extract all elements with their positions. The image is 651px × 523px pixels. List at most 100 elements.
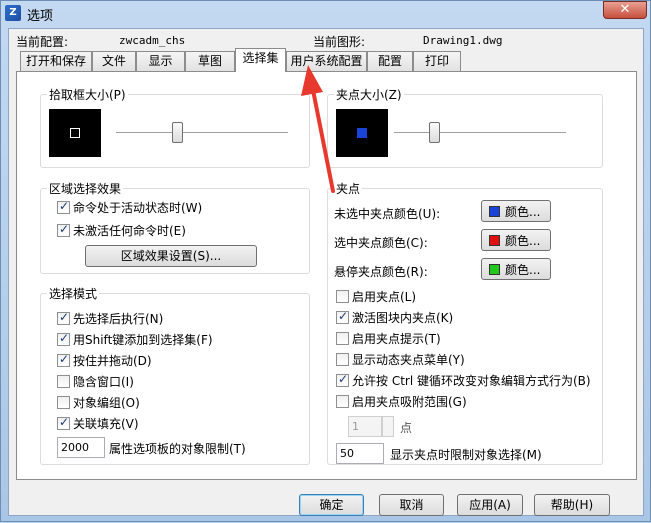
tab-drafting[interactable]: 草图 bbox=[185, 51, 235, 71]
enable-grips-checkbox[interactable]: 启用夹点(L) bbox=[336, 287, 416, 305]
selected-grip-color-button[interactable]: 颜色... bbox=[481, 229, 551, 251]
checkbox-box[interactable] bbox=[336, 394, 349, 408]
grip-size-title: 夹点大小(Z) bbox=[334, 86, 404, 103]
tab-files[interactable]: 文件 bbox=[92, 51, 136, 71]
snap-range-input[interactable] bbox=[348, 416, 382, 437]
selected-grip-color-label: 选中夹点颜色(C): bbox=[334, 236, 428, 250]
tab-user-preferences[interactable]: 用户系统配置 bbox=[286, 51, 367, 71]
checkbox-box[interactable] bbox=[57, 374, 70, 388]
color-button-label: 颜色... bbox=[505, 204, 541, 219]
grips-group: 夹点 未选中夹点颜色(U): 颜色... 选中夹点颜色(C): 颜色... 悬停… bbox=[327, 180, 603, 465]
window-title: 选项 bbox=[27, 9, 54, 24]
checkbox-box[interactable] bbox=[336, 331, 349, 345]
current-drawing-label: 当前图形: bbox=[313, 35, 366, 49]
checkbox-box[interactable] bbox=[57, 352, 70, 367]
ctrl-cycling-checkbox[interactable]: 允许按 Ctrl 键循环改变对象编辑方式行为(B) bbox=[336, 371, 591, 389]
cancel-button[interactable]: 取消 bbox=[379, 494, 444, 516]
checkbox-label: 启用夹点提示(T) bbox=[352, 331, 441, 346]
checkbox-label: 先选择后执行(N) bbox=[73, 311, 164, 326]
selection-tab-panel: 拾取框大小(P) 夹点大小(Z) 区域选择效果 命令处于活动 bbox=[16, 71, 637, 480]
pickbox-size-group: 拾取框大小(P) bbox=[40, 86, 310, 168]
checkbox-box[interactable] bbox=[57, 415, 70, 430]
hover-grip-color-label: 悬停夹点颜色(R): bbox=[334, 265, 428, 279]
checkbox-box[interactable] bbox=[57, 331, 70, 346]
noun-verb-checkbox[interactable]: 先选择后执行(N) bbox=[57, 309, 163, 327]
ok-button[interactable]: 确定 bbox=[299, 494, 364, 516]
checkbox-label: 激活图块内夹点(K) bbox=[352, 310, 454, 325]
pickbox-preview bbox=[49, 109, 101, 157]
app-icon: Z bbox=[5, 5, 21, 21]
area-selection-group: 区域选择效果 命令处于活动状态时(W) 未激活任何命令时(E) 区域效果设置(S… bbox=[40, 180, 310, 274]
tab-display[interactable]: 显示 bbox=[136, 51, 185, 71]
active-command-checkbox[interactable]: 命令处于活动状态时(W) bbox=[57, 198, 202, 216]
current-config-label: 当前配置: bbox=[16, 35, 69, 49]
grip-size-preview bbox=[336, 109, 388, 157]
dynamic-grip-menu-checkbox[interactable]: 显示动态夹点菜单(Y) bbox=[336, 350, 465, 368]
unselected-grip-color-label: 未选中夹点颜色(U): bbox=[334, 207, 441, 221]
checkbox-box[interactable] bbox=[336, 309, 349, 324]
checkbox-label: 未激活任何命令时(E) bbox=[73, 223, 186, 238]
unselected-color-swatch bbox=[489, 205, 500, 217]
checkbox-label: 按住并拖动(D) bbox=[73, 353, 152, 368]
selection-modes-group: 选择模式 先选择后执行(N) 用Shift键添加到选择集(F) 按住并拖动(D)… bbox=[40, 285, 310, 465]
grip-size-group: 夹点大小(Z) bbox=[327, 86, 603, 168]
property-palette-limit-input[interactable] bbox=[57, 437, 105, 458]
tab-selection[interactable]: 选择集 bbox=[235, 48, 286, 72]
apply-button[interactable]: 应用(A) bbox=[457, 494, 523, 516]
title-bar[interactable]: Z 选项 ✕ bbox=[1, 1, 650, 27]
no-command-checkbox[interactable]: 未激活任何命令时(E) bbox=[57, 221, 186, 239]
checkbox-label: 关联填充(V) bbox=[73, 416, 139, 431]
grip-size-slider-thumb[interactable] bbox=[429, 122, 441, 143]
color-button-label: 颜色... bbox=[505, 233, 541, 248]
checkbox-box[interactable] bbox=[336, 289, 349, 303]
help-button[interactable]: 帮助(H) bbox=[534, 494, 610, 516]
close-button[interactable]: ✕ bbox=[603, 1, 647, 19]
checkbox-box[interactable] bbox=[57, 222, 70, 237]
grip-preview-square bbox=[357, 128, 367, 138]
area-selection-title: 区域选择效果 bbox=[47, 180, 124, 197]
checkbox-label: 对象编组(O) bbox=[73, 395, 140, 410]
selected-color-swatch bbox=[489, 234, 500, 246]
current-config-value: zwcadm_chs bbox=[119, 34, 186, 47]
snap-range-spinner[interactable] bbox=[382, 416, 394, 437]
current-drawing-value: Drawing1.dwg bbox=[423, 34, 503, 47]
checkbox-box[interactable] bbox=[57, 199, 70, 214]
pickbox-preview-square bbox=[70, 128, 80, 138]
area-effect-settings-button[interactable]: 区域效果设置(S)... bbox=[85, 245, 257, 267]
checkbox-box[interactable] bbox=[57, 310, 70, 325]
grip-size-slider-track[interactable] bbox=[394, 132, 566, 134]
pickbox-slider-thumb[interactable] bbox=[172, 122, 184, 143]
tab-profiles[interactable]: 配置 bbox=[367, 51, 413, 71]
checkbox-label: 用Shift键添加到选择集(F) bbox=[73, 332, 213, 347]
object-grouping-checkbox[interactable]: 对象编组(O) bbox=[57, 393, 140, 411]
tab-plot[interactable]: 打印 bbox=[413, 51, 461, 71]
grips-in-blocks-checkbox[interactable]: 激活图块内夹点(K) bbox=[336, 308, 453, 326]
checkbox-label: 隐含窗口(I) bbox=[73, 374, 134, 389]
checkbox-label: 命令处于活动状态时(W) bbox=[73, 200, 203, 215]
grip-object-limit-label: 显示夹点时限制对象选择(M) bbox=[390, 448, 542, 462]
hover-grip-color-button[interactable]: 颜色... bbox=[481, 258, 551, 280]
pickbox-slider-track[interactable] bbox=[116, 132, 288, 134]
grip-snap-range-checkbox[interactable]: 启用夹点吸附范围(G) bbox=[336, 392, 467, 410]
color-button-label: 颜色... bbox=[505, 262, 541, 277]
checkbox-box[interactable] bbox=[57, 395, 70, 409]
property-palette-limit-label: 属性选项板的对象限制(T) bbox=[109, 442, 246, 456]
unselected-grip-color-button[interactable]: 颜色... bbox=[481, 200, 551, 222]
tab-open-save[interactable]: 打开和保存 bbox=[20, 51, 92, 71]
grip-object-limit-input[interactable] bbox=[336, 443, 384, 464]
checkbox-box[interactable] bbox=[336, 352, 349, 366]
press-drag-checkbox[interactable]: 按住并拖动(D) bbox=[57, 351, 152, 369]
checkbox-label: 显示动态夹点菜单(Y) bbox=[352, 352, 465, 367]
dialog-body: 当前配置: zwcadm_chs 当前图形: Drawing1.dwg 打开和保… bbox=[8, 28, 644, 516]
pickbox-size-title: 拾取框大小(P) bbox=[47, 86, 128, 103]
checkbox-label: 启用夹点(L) bbox=[352, 289, 417, 304]
implied-window-checkbox[interactable]: 隐含窗口(I) bbox=[57, 372, 134, 390]
grip-tips-checkbox[interactable]: 启用夹点提示(T) bbox=[336, 329, 441, 347]
shift-add-checkbox[interactable]: 用Shift键添加到选择集(F) bbox=[57, 330, 213, 348]
options-dialog: Z 选项 ✕ 当前配置: zwcadm_chs 当前图形: Drawing1.d… bbox=[0, 0, 651, 522]
checkbox-box[interactable] bbox=[336, 372, 349, 387]
selection-modes-title: 选择模式 bbox=[47, 285, 100, 302]
checkbox-label: 允许按 Ctrl 键循环改变对象编辑方式行为(B) bbox=[352, 373, 591, 388]
hover-color-swatch bbox=[489, 263, 500, 275]
associative-hatch-checkbox[interactable]: 关联填充(V) bbox=[57, 414, 139, 432]
